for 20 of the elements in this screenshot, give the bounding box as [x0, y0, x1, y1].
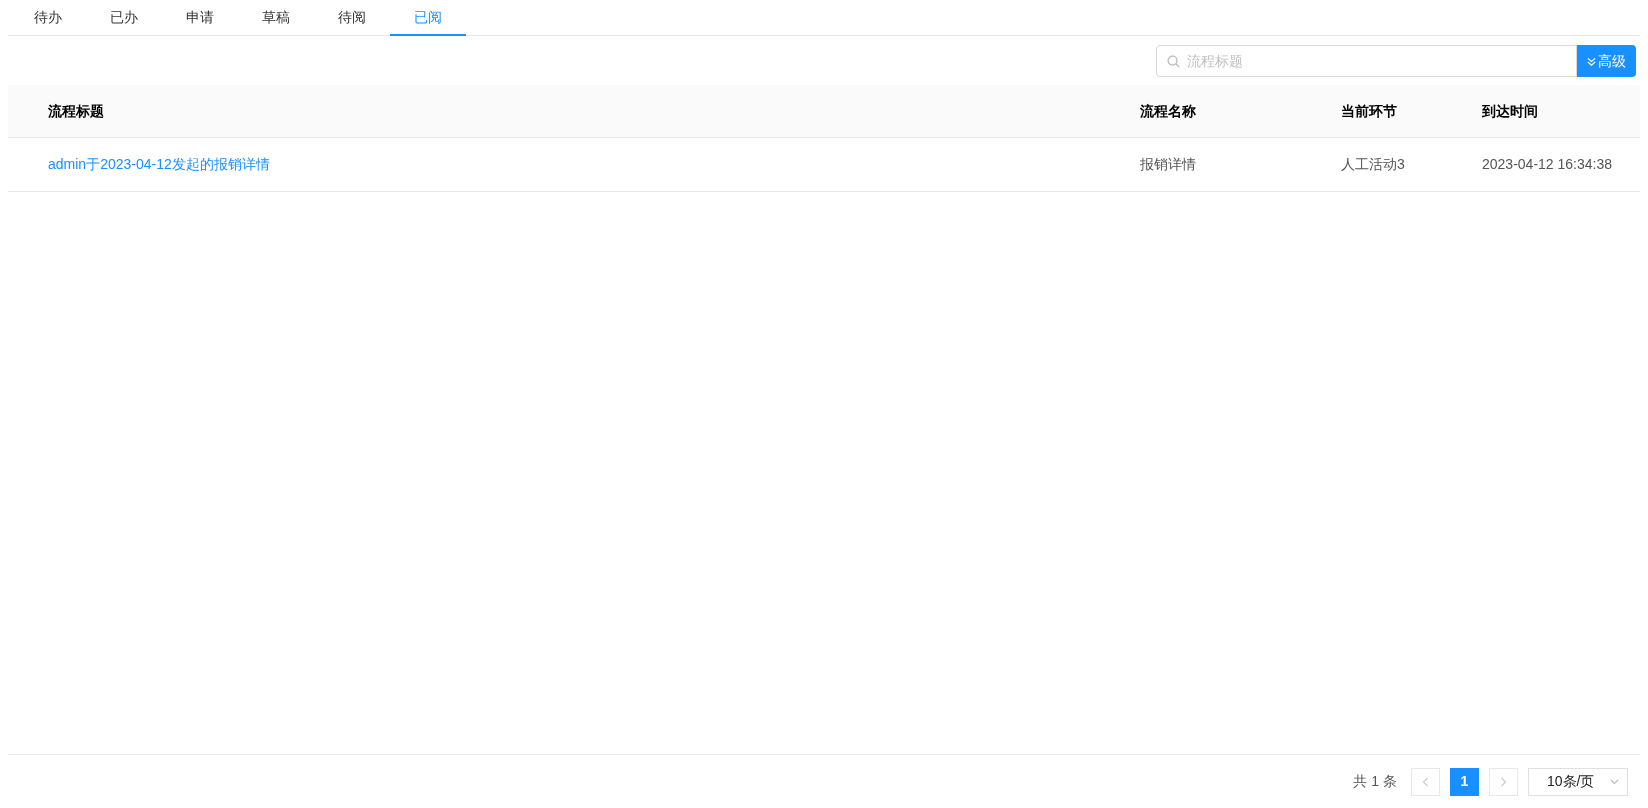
table-cell: 2023-04-12 16:34:38: [1482, 156, 1612, 172]
page-size-select[interactable]: 10条/页: [1528, 767, 1628, 796]
double-chevron-icon: [1587, 56, 1596, 66]
table-cell: 人工活动3: [1341, 156, 1405, 172]
search-field[interactable]: 流程标题: [1156, 45, 1577, 77]
tab[interactable]: 草稿: [238, 0, 314, 36]
total-count: 共 1 条: [1353, 772, 1397, 791]
column-header: 到达时间: [1482, 102, 1538, 119]
search-icon: [1167, 55, 1180, 68]
table-cell: 报销详情: [1140, 156, 1196, 172]
column-header: 流程名称: [1140, 102, 1196, 119]
caret-icon: [1610, 778, 1619, 785]
column-header: 流程标题: [48, 102, 104, 119]
column-header: 当前环节: [1341, 102, 1397, 119]
chevron-right-icon: [1500, 776, 1507, 787]
tab[interactable]: 待阅: [314, 0, 390, 36]
chevron-left-icon: [1422, 776, 1429, 787]
tab[interactable]: 待办: [10, 0, 86, 36]
tab[interactable]: 已办: [86, 0, 162, 36]
tab[interactable]: 申请: [162, 0, 238, 36]
